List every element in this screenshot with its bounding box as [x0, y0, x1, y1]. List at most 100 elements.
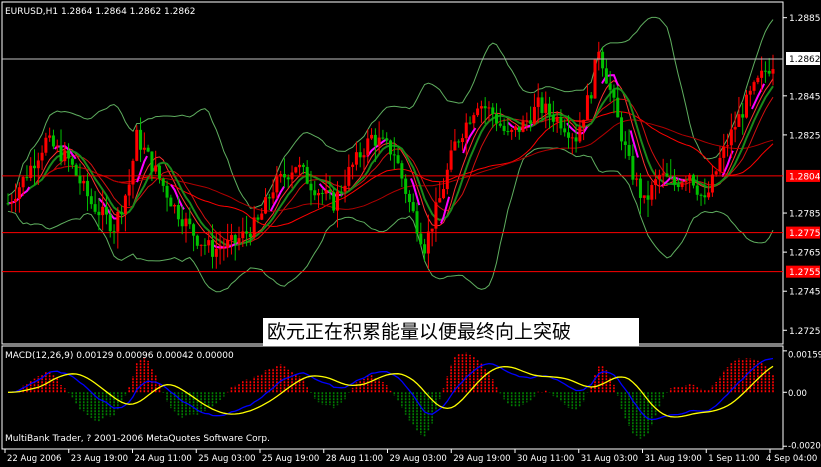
candle-body [555, 117, 559, 122]
candle-body [491, 107, 495, 115]
candle-body [434, 202, 438, 229]
candle-body [67, 150, 71, 159]
candle-body [362, 155, 366, 158]
candle-body [370, 134, 374, 139]
candle-body [112, 231, 116, 233]
candle-body [154, 165, 158, 172]
candle-body [48, 135, 52, 138]
candle-body [275, 176, 279, 193]
candle-body [332, 192, 336, 211]
candle-body [563, 128, 567, 133]
candle-body [585, 95, 589, 120]
candle-body [604, 68, 608, 84]
candle-body [82, 180, 86, 184]
candle-body [222, 247, 226, 249]
candle-body [59, 145, 63, 162]
candle-body [17, 187, 21, 199]
candle-body [301, 164, 305, 167]
time-tick-label: 29 Aug 19:00 [453, 454, 510, 463]
candle-body [419, 233, 423, 245]
candle-body [748, 90, 752, 95]
candle-body [744, 94, 748, 118]
candle-body [328, 189, 332, 193]
candle-body [710, 174, 714, 193]
candle-body [267, 197, 271, 199]
candle-body [449, 150, 453, 170]
candle-body [635, 178, 639, 180]
price-tick-label: 1.2845 [789, 92, 821, 102]
candle-body [665, 173, 669, 177]
candle-body [165, 185, 169, 198]
candle-body [476, 108, 480, 116]
candle-body [718, 157, 722, 172]
candle-body [33, 165, 37, 169]
candle-body [93, 204, 97, 212]
candle-body [320, 192, 324, 194]
candle-body [335, 191, 339, 211]
time-tick-label: 29 Aug 03:00 [390, 454, 447, 463]
price-tick-label: 1.2825 [789, 131, 821, 141]
candle-body [400, 163, 404, 179]
candle-body [40, 152, 44, 161]
candle-body [642, 195, 646, 198]
candle-body [241, 231, 245, 239]
candle-body [551, 114, 555, 122]
copyright-text: MultiBank Trader, ? 2001-2006 MetaQuotes… [5, 434, 270, 444]
candle-body [589, 95, 593, 99]
candle-body [650, 185, 654, 200]
candle-body [188, 218, 192, 225]
candle-body [184, 218, 188, 227]
candle-body [192, 224, 196, 236]
candle-body [616, 97, 620, 118]
candle-body [733, 126, 737, 130]
macd-tick-label: 0.00 [788, 389, 807, 399]
candle-body [21, 177, 25, 188]
candle-body [245, 231, 249, 234]
candle-body [464, 122, 468, 139]
candle-body [688, 174, 692, 181]
candle-body [468, 122, 472, 124]
candle-body [127, 184, 131, 196]
candle-body [51, 135, 55, 147]
candle-body [226, 239, 230, 248]
candle-body [608, 83, 612, 90]
candle-body [351, 164, 355, 167]
candle-body [313, 190, 317, 196]
trading-chart-window[interactable]: 1.2804 1.2775 1.2755 1.2885 1.2845 1.2825 1.2… [0, 0, 821, 464]
candle-body [173, 205, 177, 207]
candle-body [271, 192, 275, 199]
candle-body [120, 211, 124, 214]
candle-body [150, 151, 154, 172]
candle-body [756, 77, 760, 83]
time-tick-label: 31 Aug 19:00 [645, 454, 702, 463]
candle-body [309, 183, 313, 191]
candle-body [305, 166, 309, 184]
candle-body [63, 150, 67, 162]
chart-canvas[interactable]: 1.2804 1.2775 1.2755 1.2885 1.2845 1.2825 1.2… [0, 0, 821, 464]
candle-body [525, 120, 529, 122]
candle-body [237, 238, 241, 244]
candle-body [282, 174, 286, 178]
candle-body [502, 125, 506, 132]
candle-body [347, 166, 351, 186]
candle-body [623, 141, 627, 146]
candle-body [532, 106, 536, 124]
macd-tick-label: -0.00207 [788, 442, 821, 452]
candle-body [317, 192, 321, 196]
time-tick-label: 4 Sep 04:00 [766, 454, 817, 463]
candle-body [157, 165, 161, 179]
candle-body [286, 177, 290, 180]
time-tick-label: 31 Aug 03:00 [581, 454, 638, 463]
candle-body [657, 174, 661, 180]
candle-body [70, 158, 74, 165]
candle-body [453, 141, 457, 151]
candle-body [404, 178, 408, 194]
chart-background [0, 0, 821, 463]
candle-body [55, 145, 59, 147]
candle-body [426, 231, 430, 254]
candle-body [294, 167, 298, 173]
candle-body [620, 117, 624, 142]
level-label-1: 1.2775 [789, 229, 821, 239]
candle-body [479, 106, 483, 109]
candle-body [131, 160, 135, 185]
